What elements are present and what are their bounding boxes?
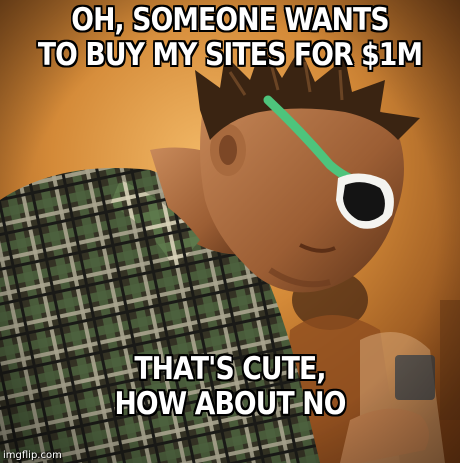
top-caption: OH, SOMEONE WANTS TO BUY MY SITES FOR $1… bbox=[32, 3, 428, 73]
bottom-caption: THAT'S CUTE, HOW ABOUT NO bbox=[32, 352, 428, 422]
meme-image: OH, SOMEONE WANTS TO BUY MY SITES FOR $1… bbox=[0, 0, 460, 463]
bottom-caption-line-2: HOW ABOUT NO bbox=[114, 386, 346, 422]
top-caption-line-1: OH, SOMEONE WANTS bbox=[71, 2, 389, 38]
top-caption-line-2: TO BUY MY SITES FOR $1M bbox=[37, 37, 423, 73]
imgflip-watermark: imgflip.com bbox=[3, 450, 62, 461]
bottom-caption-line-1: THAT'S CUTE, bbox=[134, 351, 326, 387]
